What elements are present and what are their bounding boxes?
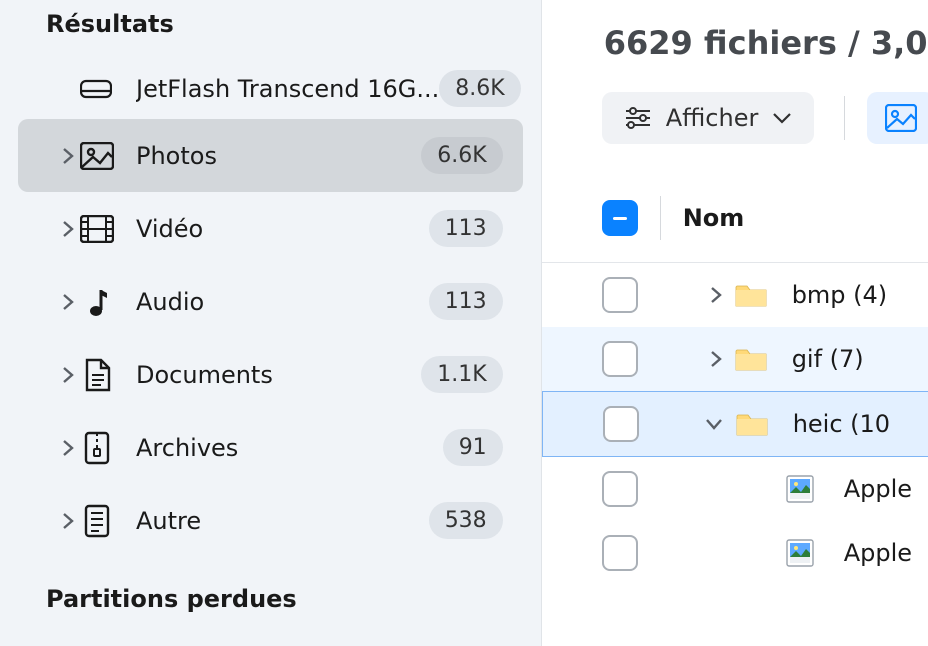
chevron-right-icon [60, 293, 76, 311]
file-label: Apple [844, 475, 912, 503]
zip-icon [80, 431, 114, 465]
count-badge: 6.6K [421, 137, 502, 174]
folder-icon [734, 281, 768, 309]
sliders-icon [624, 106, 652, 130]
file-label: bmp (4) [792, 281, 887, 309]
device-count-badge: 8.6K [439, 70, 520, 107]
image-file-icon [786, 475, 814, 503]
file-count-summary: 6629 fichiers / 3,0 [542, 14, 928, 92]
sidebar-item-other[interactable]: Autre538 [18, 484, 523, 557]
file-label: gif (7) [792, 345, 864, 373]
chevron-right-icon [60, 147, 76, 165]
row-checkbox[interactable] [602, 471, 638, 507]
image-file-icon [786, 539, 814, 567]
folder-row[interactable]: heic (10 [542, 391, 928, 457]
count-badge: 538 [429, 502, 503, 539]
chevron-right-icon[interactable] [710, 350, 722, 368]
sidebar-item-label: Archives [136, 434, 443, 462]
sidebar-item-label: Photos [136, 142, 421, 170]
sidebar-item-label: Documents [136, 361, 421, 389]
results-heading: Résultats [0, 4, 541, 58]
chevron-right-icon [60, 439, 76, 457]
display-button[interactable]: Afficher [602, 92, 815, 144]
row-checkbox[interactable] [602, 535, 638, 571]
device-row[interactable]: JetFlash Transcend 16G... 8.6K [0, 58, 541, 119]
sidebar-item-archives[interactable]: Archives91 [18, 411, 523, 484]
count-badge: 113 [429, 283, 503, 320]
film-icon [80, 215, 114, 243]
chevron-right-icon [60, 220, 76, 238]
row-checkbox[interactable] [602, 341, 638, 377]
sidebar-item-photos[interactable]: Photos6.6K [18, 119, 523, 192]
folder-row[interactable]: gif (7) [542, 327, 928, 391]
note-icon [80, 286, 114, 318]
file-list: bmp (4) gif (7) heic (10 Apple Apple [542, 262, 928, 585]
other-icon [80, 504, 114, 538]
sidebar-item-documents[interactable]: Documents1.1K [18, 338, 523, 411]
column-name-header[interactable]: Nom [683, 204, 745, 232]
folder-icon [735, 410, 769, 438]
device-label: JetFlash Transcend 16G... [136, 75, 439, 103]
row-checkbox[interactable] [602, 277, 638, 313]
chevron-down-icon[interactable] [705, 418, 723, 430]
file-label: Apple [844, 539, 912, 567]
image-icon [885, 104, 917, 132]
chevron-right-icon [60, 512, 76, 530]
icon-slot [734, 345, 778, 373]
main-panel: 6629 fichiers / 3,0 Afficher [542, 0, 928, 646]
sidebar: Résultats JetFlash Transcend 16G... 8.6K… [0, 0, 542, 646]
table-header: Nom [542, 174, 928, 262]
image-icon [80, 142, 114, 170]
chevron-right-icon [60, 366, 76, 384]
expand-slot [638, 286, 734, 304]
sidebar-item-video[interactable]: Vidéo113 [18, 192, 523, 265]
icon-slot [735, 410, 779, 438]
sidebar-item-label: Audio [136, 288, 429, 316]
lost-partitions-heading: Partitions perdues [0, 557, 541, 623]
icon-slot [734, 281, 778, 309]
file-row[interactable]: Apple [542, 457, 928, 521]
count-badge: 1.1K [421, 356, 502, 393]
display-label: Afficher [666, 104, 759, 132]
sidebar-item-audio[interactable]: Audio113 [18, 265, 523, 338]
folder-row[interactable]: bmp (4) [542, 263, 928, 327]
file-label: heic (10 [793, 410, 890, 438]
file-row[interactable]: Apple [542, 521, 928, 585]
drive-icon [80, 77, 112, 101]
sidebar-item-label: Vidéo [136, 215, 429, 243]
row-checkbox[interactable] [603, 406, 639, 442]
icon-slot [786, 539, 830, 567]
sidebar-item-label: Autre [136, 507, 429, 535]
select-all-checkbox[interactable] [602, 200, 638, 236]
doc-icon [80, 358, 114, 392]
toolbar: Afficher [542, 92, 928, 144]
thumbnail-view-button[interactable] [867, 92, 928, 144]
count-badge: 113 [429, 210, 503, 247]
folder-icon [734, 345, 768, 373]
chevron-down-icon [772, 112, 792, 124]
icon-slot [786, 475, 830, 503]
expand-slot [639, 418, 735, 430]
chevron-right-icon[interactable] [710, 286, 722, 304]
separator [844, 96, 845, 140]
count-badge: 91 [443, 429, 503, 466]
separator [660, 196, 661, 240]
expand-slot [638, 350, 734, 368]
